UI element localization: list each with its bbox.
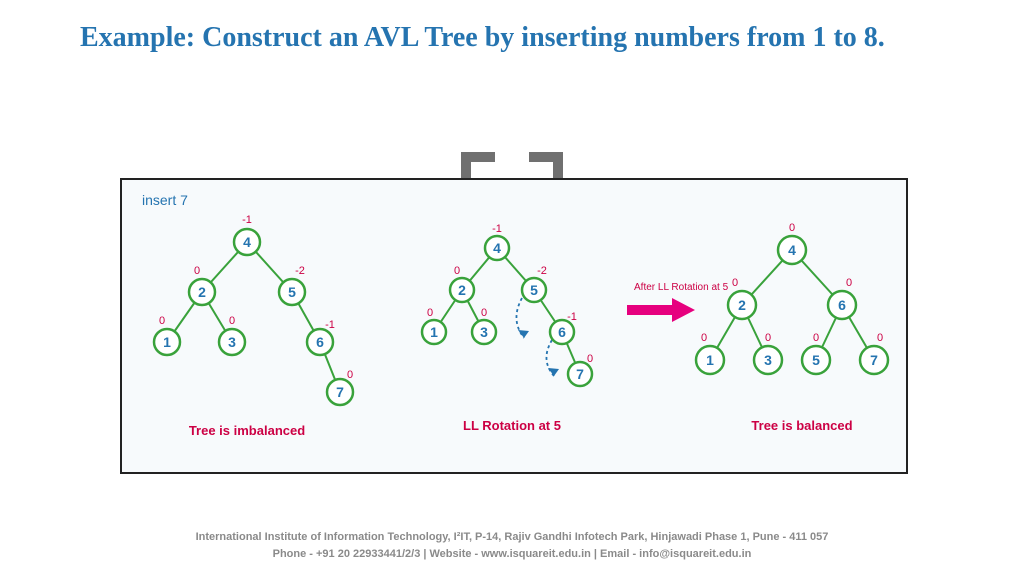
svg-text:0: 0	[587, 353, 593, 365]
svg-text:2: 2	[458, 282, 466, 298]
svg-text:0: 0	[481, 307, 487, 319]
tree2-caption: LL Rotation at 5	[463, 418, 561, 433]
svg-text:0: 0	[159, 315, 165, 327]
svg-text:1: 1	[163, 334, 171, 350]
tree-rotation: 4-1 20 5-2 10 30 6-1 70 LL Rotation at 5	[402, 220, 632, 465]
footer-line-2: Phone - +91 20 22933441/2/3 | Website - …	[0, 546, 1024, 563]
svg-text:3: 3	[480, 324, 488, 340]
svg-text:3: 3	[228, 334, 236, 350]
tree-imbalanced: 4-1 20 5-2 10 30 6-1 70 Tree is imbalanc…	[132, 210, 382, 465]
svg-text:0: 0	[347, 369, 353, 381]
svg-text:0: 0	[877, 332, 883, 344]
svg-text:3: 3	[764, 352, 772, 368]
svg-text:-1: -1	[492, 223, 502, 235]
svg-text:0: 0	[454, 265, 460, 277]
svg-text:-2: -2	[295, 265, 305, 277]
svg-text:0: 0	[701, 332, 707, 344]
svg-text:0: 0	[813, 332, 819, 344]
svg-text:2: 2	[198, 284, 206, 300]
svg-text:6: 6	[558, 324, 566, 340]
tree3-caption: Tree is balanced	[751, 418, 852, 433]
footer: International Institute of Information T…	[0, 529, 1024, 562]
svg-text:4: 4	[243, 234, 251, 250]
svg-text:5: 5	[530, 282, 538, 298]
svg-text:0: 0	[765, 332, 771, 344]
svg-text:1: 1	[430, 324, 438, 340]
diagram-panel: insert 7 4-1 20 5-2 10 30 6-1 70 Tree is…	[120, 178, 908, 474]
svg-text:0: 0	[846, 277, 852, 289]
svg-text:-1: -1	[325, 319, 335, 331]
svg-text:6: 6	[838, 297, 846, 313]
svg-text:-2: -2	[537, 265, 547, 277]
insert-label: insert 7	[142, 192, 188, 208]
tree-balanced: 40 20 60 10 30 50 70 Tree is balanced	[682, 220, 907, 465]
svg-text:6: 6	[316, 334, 324, 350]
svg-text:2: 2	[738, 297, 746, 313]
svg-text:7: 7	[336, 384, 344, 400]
svg-text:4: 4	[788, 242, 796, 258]
svg-text:0: 0	[229, 315, 235, 327]
svg-text:-1: -1	[242, 214, 252, 226]
tree1-caption: Tree is imbalanced	[189, 423, 305, 438]
svg-text:0: 0	[789, 222, 795, 234]
svg-text:0: 0	[427, 307, 433, 319]
svg-text:5: 5	[288, 284, 296, 300]
svg-text:4: 4	[493, 240, 501, 256]
svg-text:7: 7	[576, 366, 584, 382]
footer-line-1: International Institute of Information T…	[0, 529, 1024, 546]
svg-text:0: 0	[194, 265, 200, 277]
slide-title: Example: Construct an AVL Tree by insert…	[80, 20, 964, 56]
svg-text:0: 0	[732, 277, 738, 289]
svg-text:-1: -1	[567, 311, 577, 323]
svg-text:1: 1	[706, 352, 714, 368]
svg-text:5: 5	[812, 352, 820, 368]
svg-text:7: 7	[870, 352, 878, 368]
